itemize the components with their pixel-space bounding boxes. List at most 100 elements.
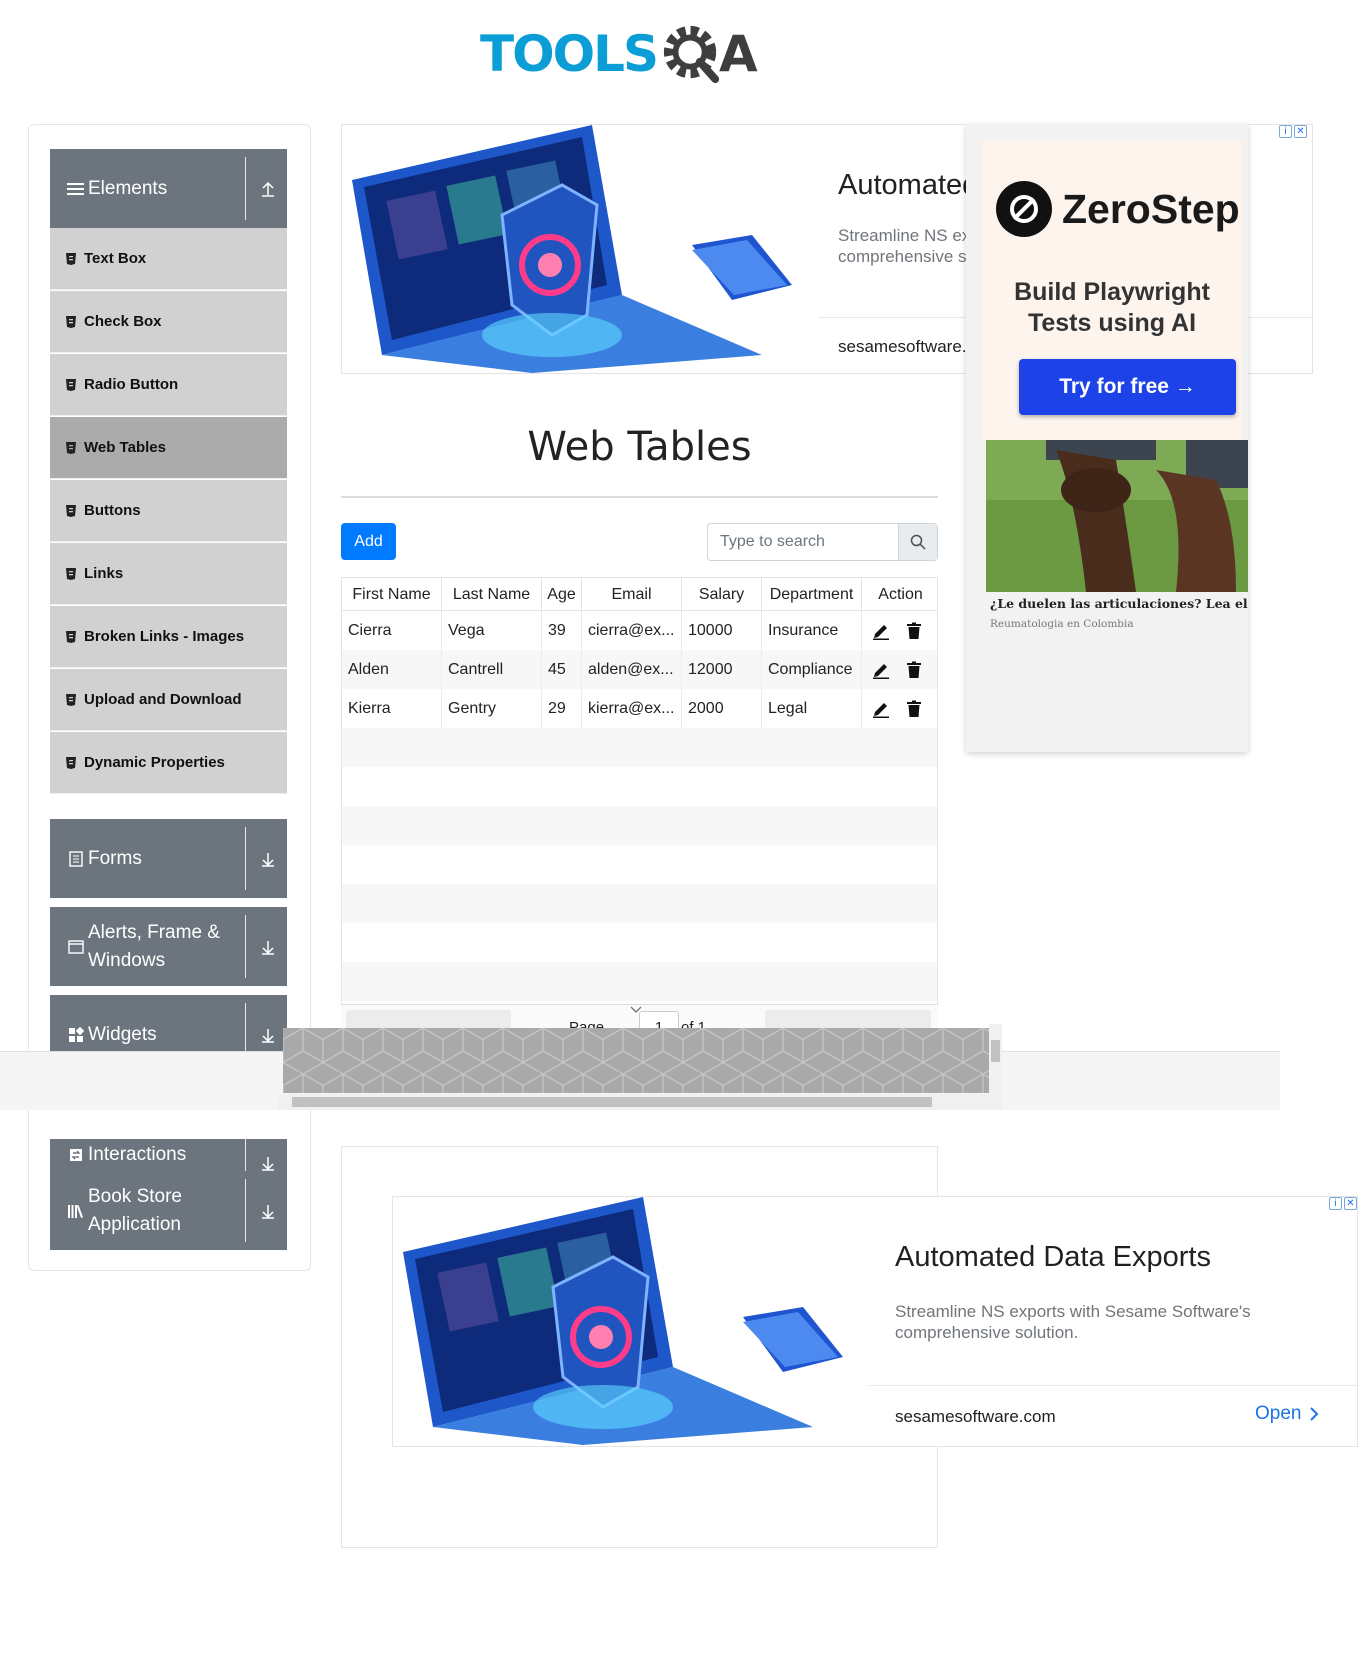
menu-item-label: Buttons: [84, 502, 141, 519]
delete-trash-icon[interactable]: [905, 622, 923, 640]
col-last-name[interactable]: Last Name: [442, 578, 542, 611]
menu-item-label: Radio Button: [84, 376, 179, 393]
expand-arrow-icon[interactable]: [257, 819, 279, 898]
menu-item-label: Upload and Download: [84, 691, 242, 708]
ad-url[interactable]: sesamesoftware.com: [895, 1407, 1056, 1427]
collapse-arrow-icon[interactable]: [257, 149, 279, 228]
delete-trash-icon[interactable]: [905, 661, 923, 679]
table-row-empty: [342, 962, 937, 1001]
col-age[interactable]: Age: [542, 578, 582, 611]
cell-last-name: Cantrell: [442, 650, 542, 689]
scrollbar-thumb[interactable]: [292, 1097, 932, 1107]
cell-salary: 12000: [682, 650, 762, 689]
group-header-alerts[interactable]: Alerts, Frame & Windows: [50, 907, 287, 986]
col-salary[interactable]: Salary: [682, 578, 762, 611]
try-for-free-button[interactable]: Try for free →: [1019, 359, 1236, 415]
ad-title[interactable]: Automated Data Exports: [895, 1241, 1211, 1274]
menu-item-radio-button[interactable]: Radio Button: [50, 354, 287, 416]
document-icon: [66, 849, 86, 869]
search-input[interactable]: [708, 524, 898, 560]
search-box: [707, 523, 938, 561]
cell-email: cierra@ex...: [582, 611, 682, 650]
edit-pencil-icon[interactable]: [872, 661, 890, 679]
col-email[interactable]: Email: [582, 578, 682, 611]
adchoices-icon[interactable]: i ✕: [1329, 1197, 1357, 1210]
toolsqa-logo[interactable]: TOOLS A: [480, 14, 820, 94]
menu-item-label: Text Box: [84, 250, 147, 267]
delete-trash-icon[interactable]: [905, 700, 923, 718]
menu-item-label: Web Tables: [84, 439, 166, 456]
cell-first-name: Kierra: [342, 689, 442, 728]
logo-text-tools: TOOLS: [480, 25, 659, 83]
cell-department: Legal: [762, 689, 862, 728]
zerostep-tagline: Build Playwright Tests using AI: [1014, 278, 1210, 337]
html5-icon: [66, 504, 76, 517]
group-header-forms[interactable]: Forms: [50, 819, 287, 898]
group-label: Widgets: [88, 1023, 157, 1045]
table-row-empty: [342, 884, 937, 923]
divider: [245, 1179, 246, 1242]
menu-item-dynamic-properties[interactable]: Dynamic Properties: [50, 732, 287, 794]
menu-item-broken-links[interactable]: Broken Links - Images: [50, 606, 287, 668]
menu-item-web-tables[interactable]: Web Tables: [50, 417, 287, 479]
cell-last-name: Vega: [442, 611, 542, 650]
menu-item-upload-download[interactable]: Upload and Download: [50, 669, 287, 731]
html5-icon: [66, 378, 76, 391]
col-action: Action: [878, 586, 923, 603]
edit-pencil-icon[interactable]: [872, 622, 890, 640]
col-department[interactable]: Department: [762, 578, 862, 611]
horizontal-scrollbar[interactable]: [278, 1094, 1002, 1110]
html5-icon: [66, 567, 76, 580]
cell-age: 39: [542, 611, 582, 650]
col-first-name[interactable]: First Name: [342, 578, 442, 611]
edit-pencil-icon[interactable]: [872, 700, 890, 718]
cell-department: Compliance: [762, 650, 862, 689]
add-button[interactable]: Add: [341, 523, 396, 560]
cell-salary: 2000: [682, 689, 762, 728]
ad-banner-bottom[interactable]: Automated Data Exports Streamline NS exp…: [392, 1196, 1358, 1447]
zerostep-brand-text: ZeroStep: [1062, 185, 1240, 232]
expand-arrow-icon[interactable]: [257, 1171, 279, 1250]
table-row: Alden Cantrell 45 alden@ex... 12000 Comp…: [342, 650, 937, 689]
ad-illustration: [342, 125, 818, 373]
scrollbar-thumb[interactable]: [991, 1040, 1000, 1062]
zerostep-logo-icon: [996, 181, 1052, 237]
cell-first-name: Cierra: [342, 611, 442, 650]
divider: [245, 827, 246, 890]
zerostep-ad[interactable]: ZeroStep Build Playwright Tests using AI…: [966, 124, 1248, 752]
table-row: Cierra Vega 39 cierra@ex... 10000 Insura…: [342, 611, 937, 650]
menu-item-buttons[interactable]: Buttons: [50, 480, 287, 542]
divider: [245, 157, 246, 220]
page-title: Web Tables: [527, 424, 752, 470]
table-row-empty: [342, 767, 937, 806]
cell-email: alden@ex...: [582, 650, 682, 689]
cell-department: Insurance: [762, 611, 862, 650]
vertical-scrollbar[interactable]: [989, 1024, 1002, 1094]
table-row-empty: [342, 806, 937, 845]
expand-arrow-icon[interactable]: [257, 907, 279, 986]
ad-caption[interactable]: ¿Le duelen las articulaciones? Lea el ar…: [990, 596, 1248, 611]
cell-email: kierra@ex...: [582, 689, 682, 728]
adchoices-icon[interactable]: i ✕: [1279, 125, 1307, 138]
ad-source: Reumatologia en Colombia: [990, 618, 1134, 630]
search-button[interactable]: [898, 524, 937, 560]
group-label: Interactions: [88, 1144, 187, 1165]
ad-open-button[interactable]: Open: [1255, 1403, 1319, 1425]
menu-item-label: Check Box: [84, 313, 162, 330]
ad-illustration: [393, 1197, 869, 1445]
anchor-ad-pattern[interactable]: [283, 1028, 989, 1093]
hamburger-icon: [66, 179, 86, 199]
search-icon: [910, 534, 926, 550]
html5-icon: [66, 756, 76, 769]
ad-description: Streamline NS exports with Sesame Softwa…: [895, 1302, 1251, 1342]
menu-item-links[interactable]: Links: [50, 543, 287, 605]
knee-photo[interactable]: [986, 440, 1248, 592]
menu-item-text-box[interactable]: Text Box: [50, 228, 287, 290]
menu-item-check-box[interactable]: Check Box: [50, 291, 287, 353]
menu-item-label: Broken Links - Images: [84, 628, 245, 645]
chevron-down-icon[interactable]: [629, 1005, 643, 1015]
chevron-right-icon: [1310, 1407, 1319, 1421]
group-header-book-store[interactable]: Book Store Application: [50, 1171, 287, 1250]
group-header-elements[interactable]: Elements: [50, 149, 287, 228]
web-table: First Name Last Name Age Email Salary De…: [341, 577, 938, 1017]
